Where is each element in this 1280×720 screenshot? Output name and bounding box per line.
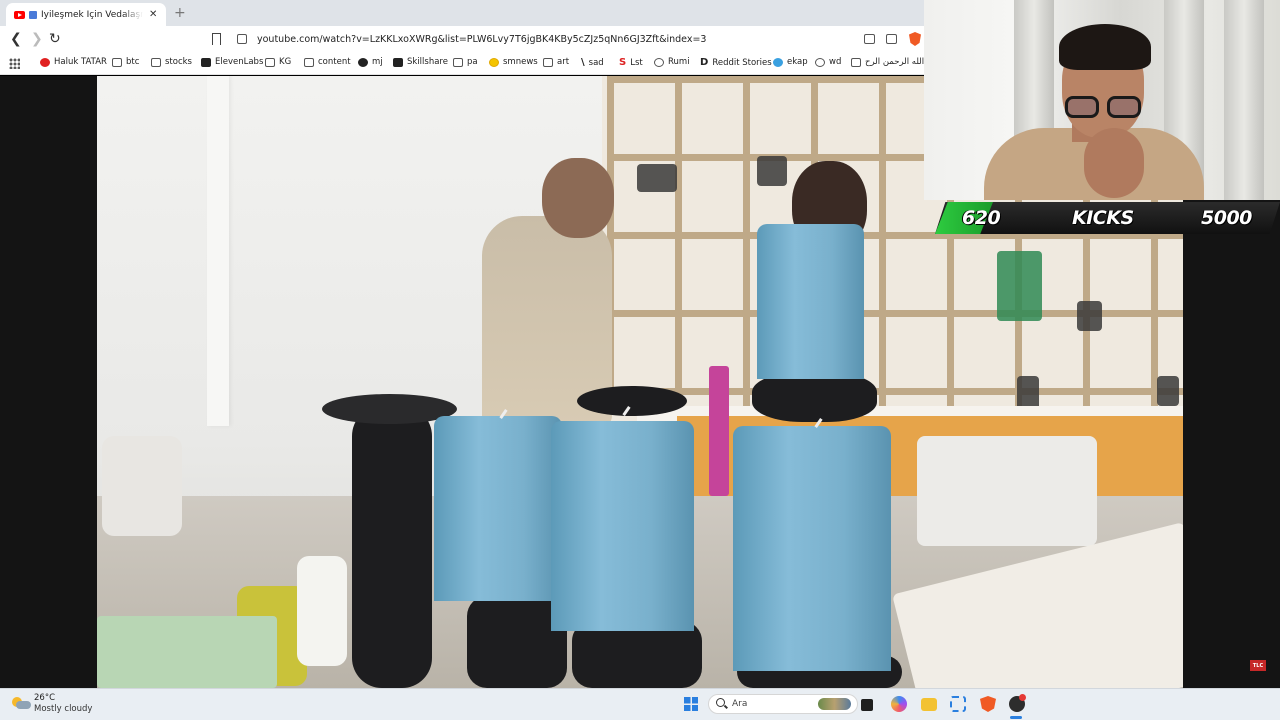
d-icon: D — [700, 57, 709, 68]
bookmark-arabic[interactable]: الله الرحمن الرح... — [851, 57, 932, 67]
youtube-icon — [14, 10, 25, 19]
url-field[interactable]: youtube.com/watch?v=LzKKLxoXWRg&list=PLW… — [257, 34, 706, 45]
scene-white-box — [917, 436, 1097, 546]
kicks-label: KICKS — [1072, 207, 1134, 229]
forward-arrow-icon[interactable]: ❯ — [31, 32, 43, 46]
kicks-current-count: 620 — [962, 207, 1001, 229]
folder-icon — [453, 57, 463, 67]
tab-title: İyileşmek İçin Vedalaşmak Şa — [41, 9, 143, 20]
scene-glassware — [97, 616, 277, 688]
kicks-goal-count: 5000 — [1201, 207, 1252, 229]
scene-shelf-object — [637, 164, 677, 192]
scene-candle-holder — [352, 406, 432, 688]
bookmark-wd[interactable]: wd — [815, 57, 841, 67]
site-settings-icon[interactable] — [237, 34, 247, 44]
active-tab[interactable]: İyileşmek İçin Vedalaşmak Şa ✕ — [6, 3, 166, 26]
share-icon[interactable] — [886, 34, 897, 44]
bookmark-lst[interactable]: S Lst — [619, 57, 643, 68]
scene-candle-holder — [572, 621, 702, 688]
smiley-icon — [489, 57, 499, 67]
scene-candle-holder — [577, 386, 687, 416]
github-icon — [358, 57, 368, 67]
scene-shelf-object — [757, 156, 787, 186]
scene-vase — [102, 436, 182, 536]
webcam-streamer-hair — [1059, 24, 1151, 70]
reload-icon[interactable]: ↻ — [49, 32, 61, 46]
webcam-overlay — [924, 0, 1280, 200]
folder-icon — [265, 57, 275, 67]
bookmark-kg[interactable]: KG — [265, 57, 291, 67]
scene-candle-holder — [752, 372, 877, 422]
bookmark-elevenlabs[interactable]: ElevenLabs — [201, 57, 263, 67]
scene-shelf-object — [1017, 376, 1039, 410]
scene-blue-candle — [733, 426, 891, 671]
s-red-icon: S — [619, 57, 627, 68]
scene-white-bottle — [297, 556, 347, 666]
bookmark-sad[interactable]: \ sad — [581, 57, 604, 68]
weather-temperature[interactable]: 26°C — [34, 693, 55, 703]
webcam-curtain — [1224, 0, 1264, 200]
copilot-icon[interactable] — [891, 696, 907, 712]
tab-group-icon — [29, 10, 37, 19]
apps-grid-icon[interactable] — [9, 58, 20, 69]
search-highlight-image — [818, 698, 851, 710]
bookmark-content[interactable]: content — [304, 57, 351, 67]
bookmark-icon[interactable] — [212, 33, 221, 45]
windows-start-icon[interactable] — [684, 697, 698, 711]
globe-icon — [815, 57, 825, 67]
scene-shelf-object — [1077, 301, 1102, 331]
brave-shields-icon[interactable] — [909, 32, 921, 46]
scene-person-head — [542, 158, 614, 238]
folder-icon — [543, 57, 553, 67]
scene-blue-candle — [757, 224, 864, 379]
globe-icon — [654, 57, 664, 67]
folder-icon — [112, 57, 122, 67]
elevenlabs-icon — [201, 57, 211, 67]
browser-tab-bar: İyileşmek İçin Vedalaşmak Şa ✕ + — [0, 0, 924, 26]
tlc-watermark: TLC — [1250, 660, 1266, 671]
taskbar-search-label: Ara — [732, 699, 748, 709]
weather-description[interactable]: Mostly cloudy — [34, 704, 92, 714]
bookmark-btc[interactable]: btc — [112, 57, 139, 67]
back-arrow-icon[interactable]: ❮ — [10, 32, 22, 46]
windows-taskbar — [0, 688, 1280, 720]
task-view-icon[interactable] — [861, 699, 873, 711]
book-icon — [851, 57, 861, 67]
webcam-streamer-hand — [1084, 128, 1144, 198]
bookmark-ekap[interactable]: ekap — [773, 57, 808, 67]
file-explorer-icon[interactable] — [921, 698, 937, 711]
bookmark-reddit-stories[interactable]: D Reddit Stories — [700, 57, 772, 68]
folder-icon — [304, 57, 314, 67]
recording-indicator-icon — [1019, 694, 1026, 701]
weather-cloudy-icon[interactable] — [12, 697, 31, 709]
snipping-tool-icon[interactable] — [950, 696, 966, 712]
bookmark-mj[interactable]: mj — [358, 57, 383, 67]
scene-blue-candle — [434, 416, 562, 601]
bookmark-stocks[interactable]: stocks — [151, 57, 192, 67]
scene-pillar — [207, 76, 229, 426]
bookmarks-bar: Haluk TATAR btc stocks ElevenLabs KG con… — [0, 53, 932, 75]
scene-shelf-object — [997, 251, 1042, 321]
scene-pink-candle — [709, 366, 729, 496]
bookmark-art[interactable]: art — [543, 57, 569, 67]
bookmark-haluk-tatar[interactable]: Haluk TATAR — [40, 57, 107, 67]
active-app-indicator — [1010, 716, 1022, 719]
bookmark-rumi[interactable]: Rumi — [654, 57, 690, 67]
close-tab-icon[interactable]: ✕ — [149, 9, 157, 20]
scene-blue-candle — [551, 421, 694, 631]
youtube-red-icon — [40, 57, 50, 67]
slash-icon: \ — [581, 57, 585, 68]
new-tab-button[interactable]: + — [174, 5, 186, 21]
bookmark-smnews[interactable]: smnews — [489, 57, 538, 67]
webcam-glasses-icon — [1065, 96, 1143, 118]
folder-icon — [151, 57, 161, 67]
search-icon — [716, 698, 725, 707]
bookmark-skillshare[interactable]: Skillshare — [393, 57, 448, 67]
scene-shelf-object — [1157, 376, 1179, 406]
bookmark-pa[interactable]: pa — [453, 57, 478, 67]
bird-icon — [773, 57, 783, 67]
address-bar: ❮ ❯ ↻ youtube.com/watch?v=LzKKLxoXWRg&li… — [0, 26, 924, 53]
cast-icon[interactable] — [864, 34, 875, 44]
skillshare-icon — [393, 57, 403, 67]
